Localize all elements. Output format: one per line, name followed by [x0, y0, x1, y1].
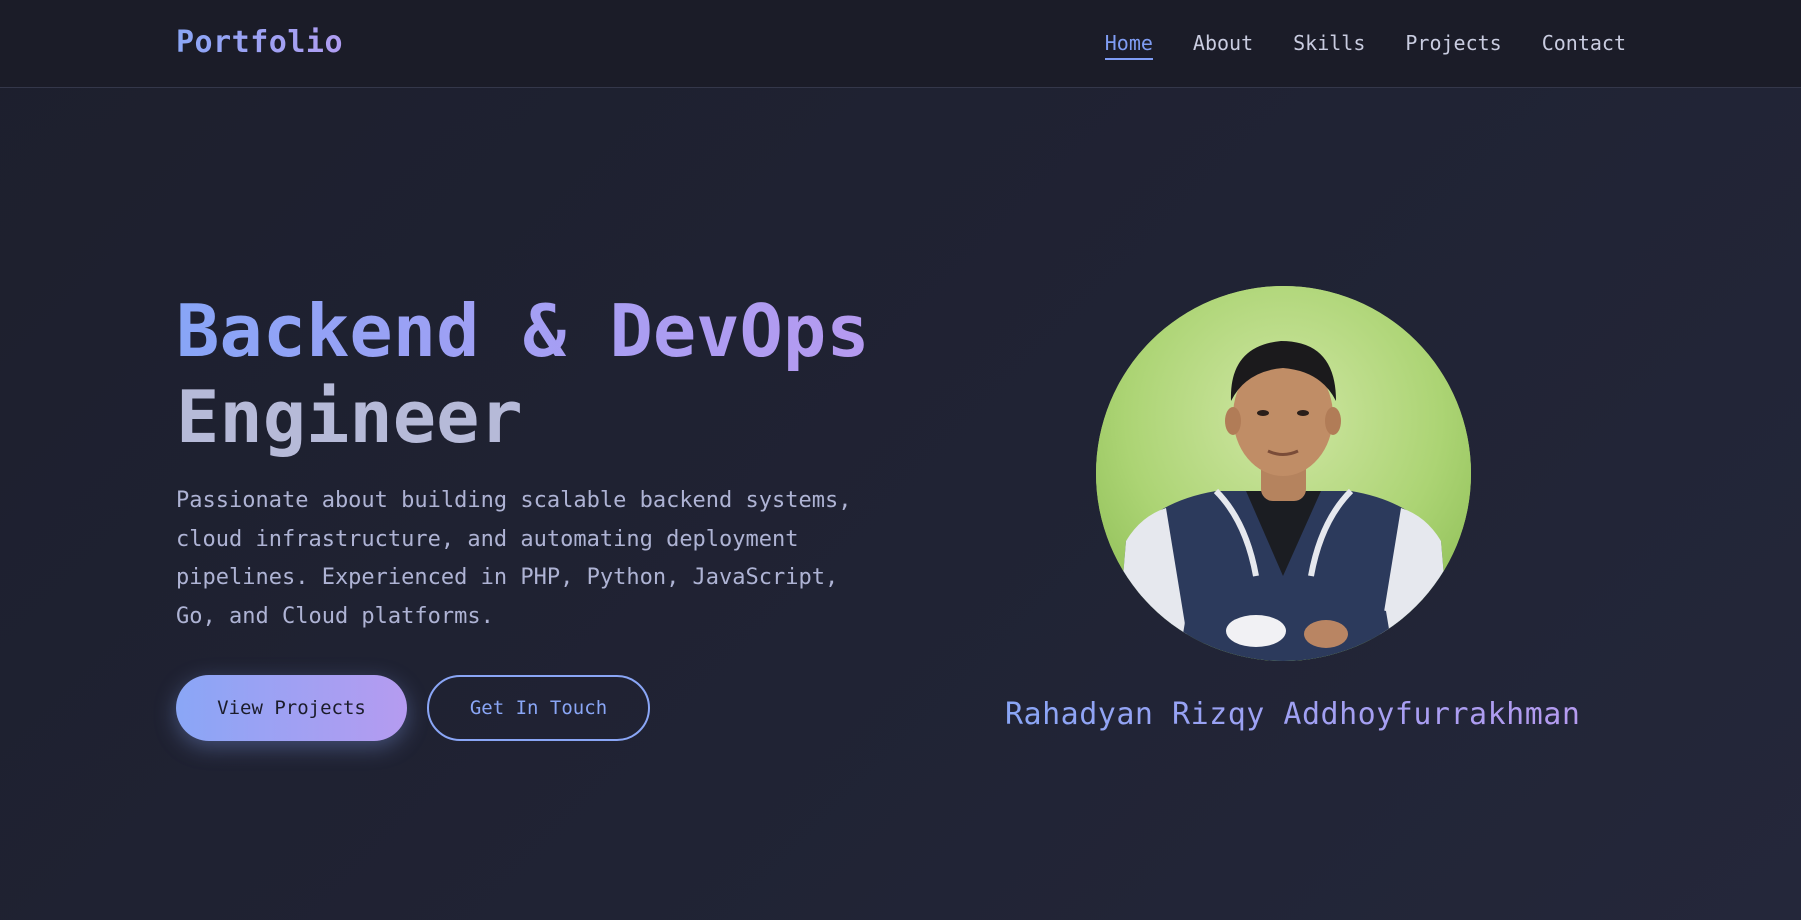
profile-name: Rahadyan Rizqy Addhoyfurrakhman: [1005, 697, 1581, 732]
hero-title: Backend & DevOps Engineer: [176, 288, 870, 460]
nav-links: Home About Skills Projects Contact: [1104, 31, 1626, 60]
hero-title-line2: Engineer: [176, 375, 523, 459]
view-projects-button[interactable]: View Projects: [176, 675, 407, 741]
nav-link-skills[interactable]: Skills: [1293, 31, 1365, 60]
get-in-touch-button[interactable]: Get In Touch: [427, 675, 650, 741]
hero-description: Passionate about building scalable backe…: [176, 488, 852, 629]
nav-link-about[interactable]: About: [1193, 31, 1253, 60]
nav-link-projects[interactable]: Projects: [1405, 31, 1501, 60]
navbar: Portfolio Home About Skills Projects Con…: [0, 0, 1801, 88]
brand-logo[interactable]: Portfolio: [176, 25, 343, 60]
hero-title-line1: Backend & DevOps: [176, 289, 870, 373]
profile-photo-illustration: [1096, 286, 1471, 661]
nav-link-contact[interactable]: Contact: [1542, 31, 1626, 60]
profile-photo: [1096, 286, 1471, 661]
nav-link-home[interactable]: Home: [1104, 31, 1153, 60]
